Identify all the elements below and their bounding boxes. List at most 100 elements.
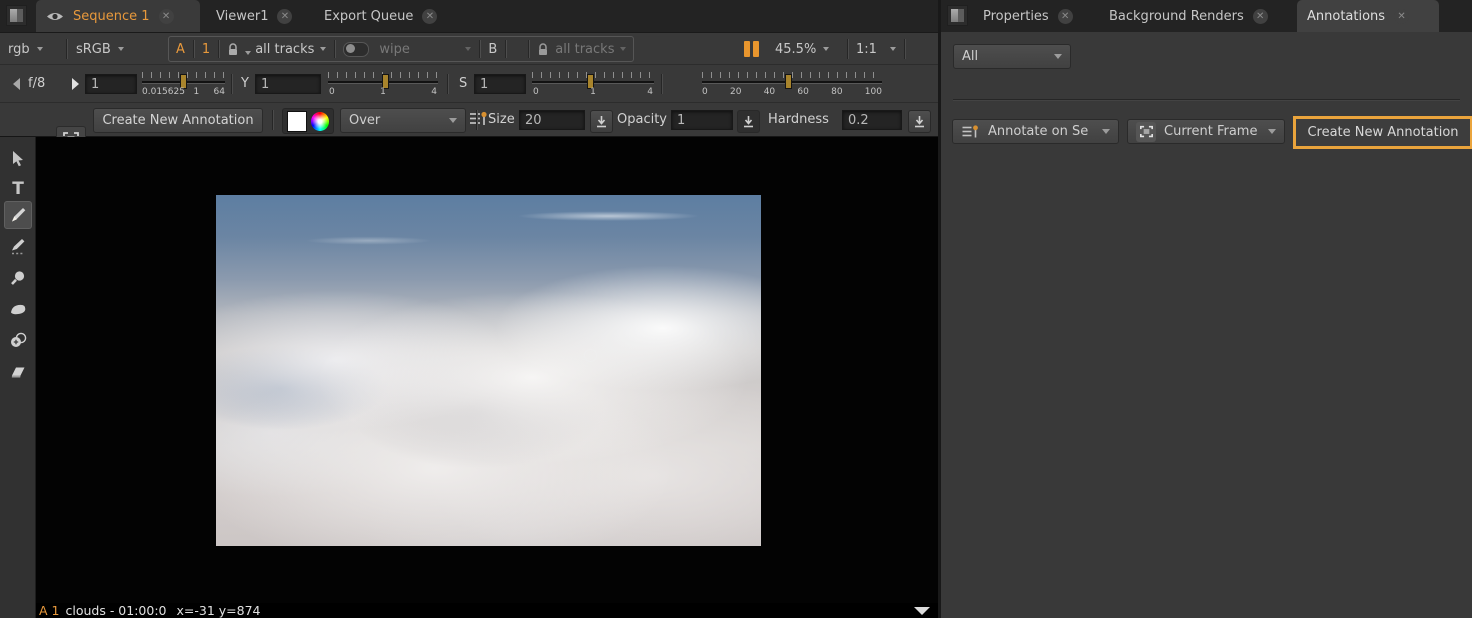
channel-label: rgb	[8, 41, 30, 57]
close-icon[interactable]: ✕	[277, 8, 293, 24]
tab-label: Export Queue	[324, 8, 414, 24]
marker-icon	[12, 239, 25, 255]
close-icon[interactable]: ✕	[1252, 8, 1268, 24]
apply-opacity-icon[interactable]	[737, 110, 760, 133]
apply-size-icon[interactable]	[590, 110, 613, 133]
wipe-label: wipe	[379, 41, 410, 57]
create-annotation-button-highlighted[interactable]: Create New Annotation	[1293, 116, 1472, 149]
color-wheel-icon[interactable]	[311, 111, 329, 131]
tab-export-queue[interactable]: Export Queue ✕	[314, 0, 459, 32]
clouds-frame-image	[216, 195, 761, 546]
tab-label: Properties	[983, 8, 1049, 24]
status-input-track: A 1	[39, 603, 60, 618]
frame-range-select[interactable]: Current Frame	[1127, 119, 1285, 144]
annotations-panel: All Annotate on Se Current Frame Create …	[941, 32, 1472, 618]
tracks-a-select[interactable]: all tracks	[255, 41, 327, 57]
tab-viewer1[interactable]: Viewer1 ✕	[206, 0, 306, 32]
next-stop-button[interactable]	[72, 78, 79, 90]
smudge-tool[interactable]	[4, 295, 32, 323]
size-label: Size	[488, 112, 515, 127]
tab-sequence-1[interactable]: Sequence 1 ✕	[36, 0, 200, 32]
version-a-button[interactable]: 1	[202, 42, 210, 57]
wipe-mode-select[interactable]: wipe	[379, 41, 472, 57]
eraser-tool[interactable]	[4, 358, 32, 386]
lock-icon[interactable]	[227, 42, 252, 56]
tab-label: Background Renders	[1109, 8, 1244, 24]
create-annotation-button[interactable]: Create New Annotation	[93, 108, 263, 133]
gain-slider[interactable]: 0.015625 1 64	[142, 70, 225, 100]
channel-select[interactable]: rgb	[8, 37, 43, 61]
close-icon[interactable]: ✕	[1394, 8, 1410, 24]
marker-tool[interactable]	[4, 233, 32, 261]
pane-layout-icon[interactable]	[947, 5, 968, 26]
saturation-label: S	[459, 76, 468, 91]
pause-updates-icon[interactable]	[744, 41, 759, 57]
close-icon[interactable]: ✕	[1057, 8, 1073, 24]
text-tool[interactable]: T	[4, 175, 32, 203]
cursor-icon	[13, 150, 23, 166]
tab-properties[interactable]: Properties ✕	[973, 0, 1095, 32]
prev-stop-button[interactable]	[13, 78, 20, 90]
status-clip-info: clouds - 01:00:0	[65, 603, 167, 618]
brush-tool[interactable]	[4, 201, 32, 229]
annotate-on-select[interactable]: Annotate on Se	[952, 119, 1119, 144]
tracks-b-select[interactable]: all tracks	[555, 42, 627, 57]
saturation-input[interactable]	[474, 74, 526, 94]
size-input[interactable]	[519, 110, 585, 130]
annotation-toolbar: Create New Annotation Over Size Opacity …	[0, 104, 954, 153]
viewer-status-bar: A 1 clouds - 01:00:0 x=-31 y=874	[36, 603, 940, 618]
panel-separator	[953, 99, 1460, 100]
close-icon[interactable]: ✕	[158, 8, 174, 24]
viewer-toolbar: rgb sRGB A 1 all tracks wipe B all track…	[0, 33, 1389, 89]
annotate-on-value: Annotate on Se	[988, 124, 1089, 139]
tab-annotations[interactable]: Annotations ✕	[1297, 0, 1439, 32]
brush-cursor	[584, 349, 597, 362]
tracks-a-label: all tracks	[255, 41, 315, 57]
hardness-input[interactable]	[842, 110, 902, 130]
status-cursor-coords: x=-31 y=874	[176, 603, 261, 618]
colorspace-label: sRGB	[76, 41, 111, 57]
input-b-button[interactable]: B	[488, 42, 497, 57]
volume-slider[interactable]: 0 20 40 60 80 100	[702, 70, 882, 100]
proxy-ratio-value: 1:1	[856, 41, 877, 57]
tab-background-renders[interactable]: Background Renders ✕	[1099, 0, 1292, 32]
colorspace-select[interactable]: sRGB	[76, 37, 124, 61]
annotation-filter-select[interactable]: All	[953, 44, 1071, 69]
brush-color-swatch[interactable]	[287, 110, 307, 132]
magnifier-icon	[11, 271, 25, 285]
current-frame-icon	[1136, 121, 1156, 142]
blend-mode-select[interactable]: Over	[340, 108, 466, 133]
lock-icon[interactable]	[537, 42, 549, 56]
apply-hardness-icon[interactable]	[908, 110, 931, 133]
gain-input[interactable]	[85, 74, 137, 94]
proxy-ratio-select[interactable]: 1:1	[856, 37, 896, 61]
text-icon: T	[12, 178, 24, 199]
tab-label: Annotations	[1307, 8, 1386, 24]
frame-range-value: Current Frame	[1164, 124, 1258, 139]
zoom-level-value: 45.5%	[775, 41, 817, 57]
gamma-input[interactable]	[255, 74, 321, 94]
viewer-tab-bar: Sequence 1 ✕ Viewer1 ✕ Export Queue ✕	[0, 0, 940, 33]
tab-label: Viewer1	[216, 8, 269, 24]
hardness-label: Hardness	[768, 112, 829, 127]
input-a-button[interactable]: A	[176, 42, 185, 57]
select-tool[interactable]	[4, 144, 32, 172]
brush-icon	[12, 208, 26, 222]
opacity-label: Opacity	[617, 112, 668, 127]
tab-label: Sequence 1	[73, 8, 150, 24]
gamma-slider[interactable]: 0 1 4	[328, 70, 438, 100]
pane-layout-icon[interactable]	[6, 5, 27, 26]
clone-icon	[10, 332, 26, 347]
right-tab-bar: Properties ✕ Background Renders ✕ Annota…	[941, 0, 1472, 33]
filter-value: All	[962, 49, 979, 64]
eraser-icon	[11, 367, 25, 377]
magnifier-tool[interactable]	[4, 264, 32, 292]
close-icon[interactable]: ✕	[422, 8, 438, 24]
saturation-slider[interactable]: 0 1 4	[532, 70, 654, 100]
wipe-toggle[interactable]	[343, 41, 370, 57]
viewer-canvas[interactable]	[36, 137, 940, 603]
clone-tool[interactable]	[4, 326, 32, 354]
zoom-level-select[interactable]: 45.5%	[775, 37, 830, 61]
status-menu-icon[interactable]	[914, 607, 930, 615]
opacity-input[interactable]	[671, 110, 733, 130]
